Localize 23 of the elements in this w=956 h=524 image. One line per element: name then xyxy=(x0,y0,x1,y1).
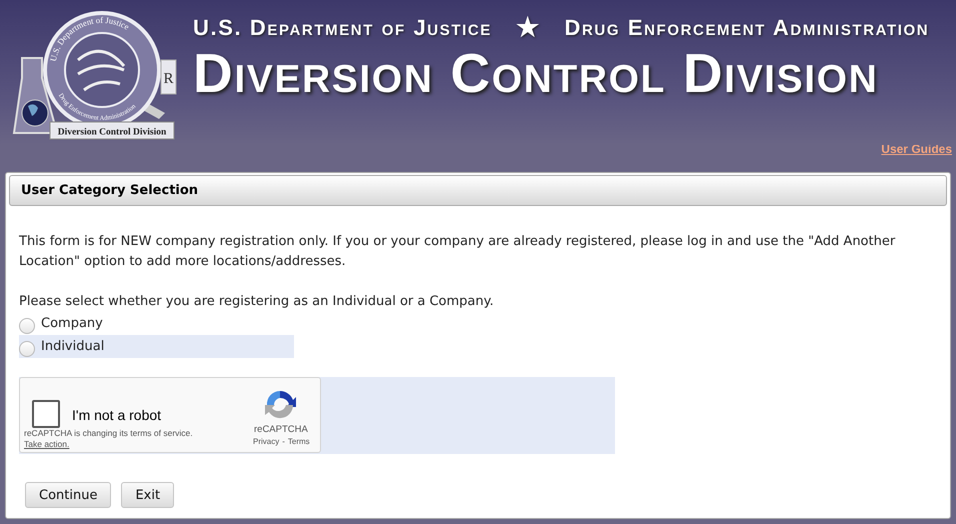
department-name: U.S. Department of Justice xyxy=(193,14,492,40)
prompt-text: Please select whether you are registering as an Individual or a Company. xyxy=(19,293,495,311)
option-label: Company xyxy=(41,314,103,332)
take-action-link[interactable]: Take action. xyxy=(24,439,70,450)
site-title: Diversion Control Division xyxy=(193,47,878,99)
radio-button[interactable] xyxy=(19,318,35,334)
notice-text: This form is for NEW company registration only. If you or your company are already registered, please log in and use the "Add Another Location" option to add more locations/addresses. xyxy=(19,233,896,271)
captcha-notice: reCAPTCHA is changing its terms of service. xyxy=(24,428,193,439)
captcha-label: I'm not a robot xyxy=(72,407,162,423)
star-icon: ★ xyxy=(516,12,541,43)
option-label: Individual xyxy=(41,338,104,356)
agency-name: Drug Enforcement Administration xyxy=(564,14,930,40)
captcha-checkbox[interactable] xyxy=(32,400,60,428)
captcha-brand: reCAPTCHA xyxy=(254,424,308,435)
form-button[interactable]: Continue xyxy=(25,482,112,508)
option-row[interactable]: Individual xyxy=(19,335,294,358)
link-separator: - xyxy=(282,437,285,447)
panel-title: User Category Selection xyxy=(9,175,947,206)
option-row[interactable]: Company xyxy=(19,312,294,335)
form-button[interactable]: Exit xyxy=(121,482,174,508)
radio-button[interactable] xyxy=(19,340,35,356)
privacy-link[interactable]: Privacy xyxy=(253,437,280,447)
terms-link[interactable]: Terms xyxy=(288,437,310,447)
